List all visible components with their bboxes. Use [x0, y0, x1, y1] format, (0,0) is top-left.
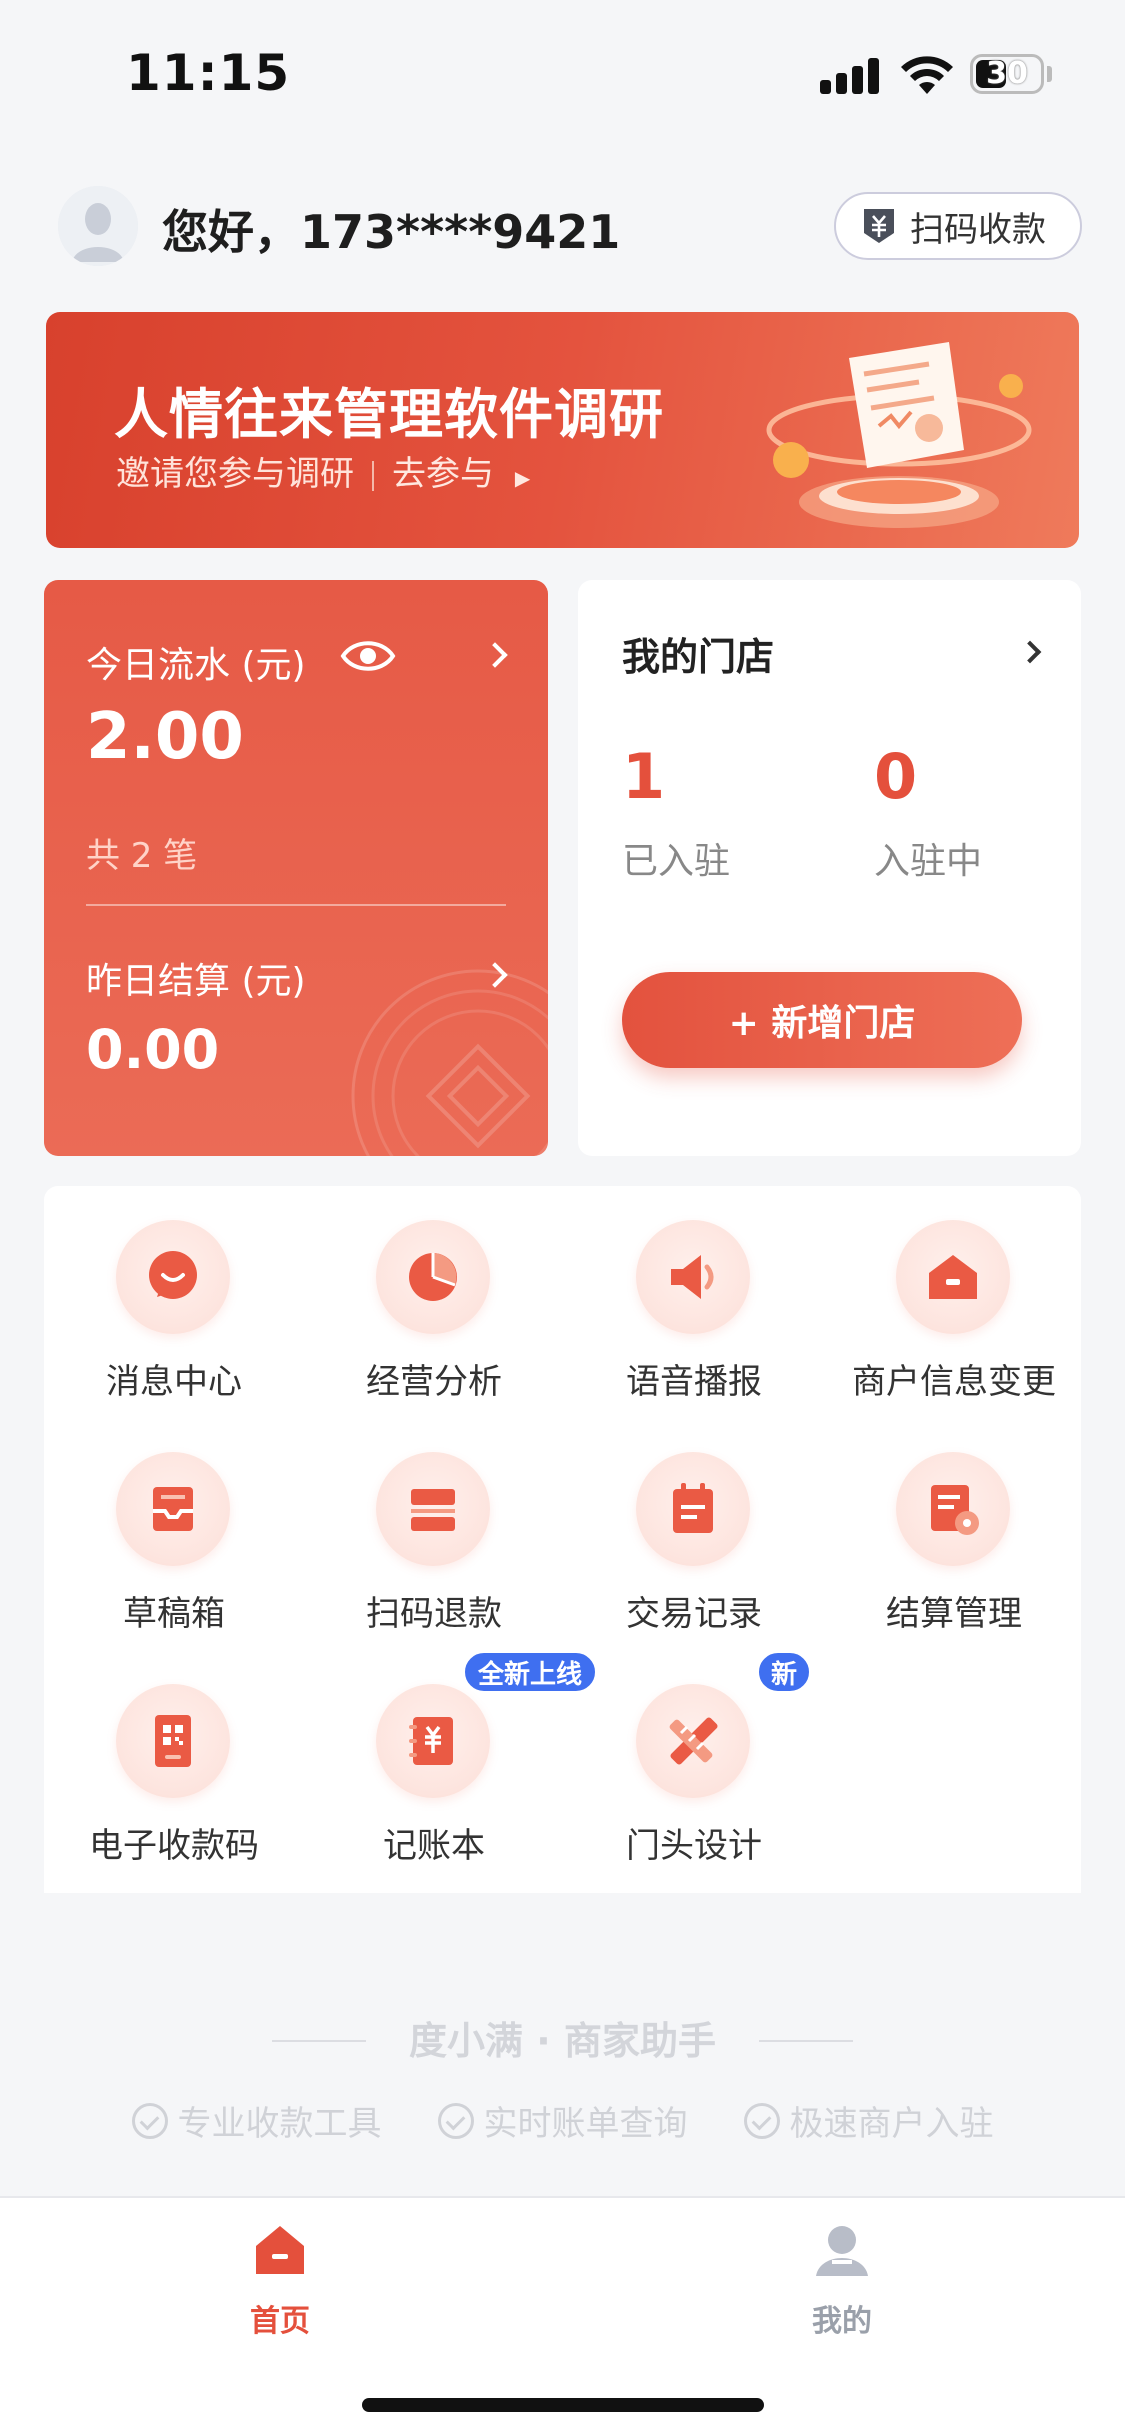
- my-store-card: 我的门店 1 已入驻 0 入驻中 + 新增门店: [578, 580, 1081, 1156]
- chevron-right-icon[interactable]: [1018, 640, 1042, 664]
- store-card-title: 我的门店: [622, 635, 775, 679]
- eye-icon[interactable]: [340, 634, 396, 678]
- user-avatar-icon: [58, 186, 138, 266]
- grid-item-label: 商户信息变更: [852, 1362, 1056, 1402]
- banner-subtitle: 邀请您参与调研: [116, 454, 354, 494]
- survey-banner[interactable]: 人情往来管理软件调研 邀请您参与调研 去参与 ▶: [46, 312, 1079, 548]
- chevron-right-icon[interactable]: [482, 642, 508, 668]
- banner-title: 人情往来管理软件调研: [114, 383, 664, 446]
- settlement-doc-icon: [896, 1452, 1010, 1566]
- today-revenue-label: 今日流水 (元): [86, 645, 306, 686]
- feature-label: 极速商户入驻: [789, 2104, 994, 2144]
- grid-item-label: 交易记录: [626, 1594, 762, 1634]
- message-icon: [116, 1220, 230, 1334]
- grid-item-voice-broadcast[interactable]: 语音播报: [564, 1186, 824, 1402]
- grid-item-storefront-design[interactable]: 新 门头设计: [564, 1650, 824, 1866]
- settled-store-count[interactable]: 1: [622, 740, 665, 813]
- check-circle-icon: [437, 2102, 474, 2139]
- check-circle-icon: [743, 2102, 780, 2139]
- design-tools-icon: [636, 1684, 750, 1798]
- card-icon: [376, 1452, 490, 1566]
- scan-pay-label: 扫码收款: [910, 209, 1046, 250]
- scan-pay-button[interactable]: 扫码收款: [834, 192, 1082, 260]
- battery-icon: 30: [970, 54, 1044, 94]
- tab-mine-label: 我的: [812, 2304, 872, 2339]
- shop-icon: [896, 1220, 1010, 1334]
- tab-mine[interactable]: 我的: [742, 2220, 942, 2340]
- grid-item-label: 消息中心: [106, 1362, 242, 1402]
- feature-item: 专业收款工具: [131, 2096, 382, 2145]
- grid-item-label: 记账本: [383, 1826, 485, 1866]
- yesterday-settlement-amount: 0.00: [86, 1018, 220, 1081]
- settled-store-label: 已入驻: [622, 841, 731, 882]
- feature-item: 极速商户入驻: [743, 2096, 994, 2145]
- yesterday-settlement-label: 昨日结算 (元): [86, 961, 306, 1002]
- function-grid: 消息中心 经营分析 语音播报 商户信息变更 草稿箱 扫码退款 交易记录 结算管理…: [44, 1186, 1081, 1893]
- banner-divider: [372, 460, 374, 491]
- new-badge: 新: [756, 1650, 812, 1694]
- grid-item-drafts[interactable]: 草稿箱: [44, 1418, 304, 1634]
- tab-home-label: 首页: [250, 2304, 310, 2339]
- person-icon: [816, 2226, 868, 2276]
- decorative-rings: [351, 969, 548, 1156]
- inbox-icon: [116, 1452, 230, 1566]
- grid-item-label: 扫码退款: [366, 1594, 502, 1634]
- status-bar: 11:15 30: [0, 0, 1125, 150]
- cellular-signal-icon: [820, 58, 880, 94]
- transaction-count: 共 2 笔: [86, 836, 198, 876]
- wifi-icon: [901, 56, 953, 94]
- pie-chart-icon: [376, 1220, 490, 1334]
- grid-item-transaction-records[interactable]: 交易记录: [564, 1418, 824, 1634]
- home-indicator: [362, 2398, 764, 2412]
- battery-level: 30: [986, 56, 1028, 91]
- feature-label: 实时账单查询: [483, 2104, 688, 2144]
- ledger-icon: [376, 1684, 490, 1798]
- grid-item-label: 电子收款码: [89, 1826, 259, 1866]
- feature-item: 实时账单查询: [437, 2096, 688, 2145]
- brand-slogan: 度小满 · 商家助手: [409, 2019, 716, 2063]
- home-icon: [256, 2226, 304, 2274]
- grid-item-ledger[interactable]: 全新上线 记账本: [304, 1650, 598, 1866]
- grid-item-label: 经营分析: [366, 1362, 502, 1402]
- brand-divider-right: [759, 2040, 853, 2042]
- feature-list: 专业收款工具 实时账单查询 极速商户入驻: [0, 2096, 1125, 2145]
- grid-item-label: 草稿箱: [123, 1594, 225, 1634]
- speaker-icon: [636, 1220, 750, 1334]
- grid-item-merchant-info-change[interactable]: 商户信息变更: [824, 1186, 1084, 1402]
- grid-item-e-payment-code[interactable]: 电子收款码: [44, 1650, 304, 1866]
- grid-item-label: 结算管理: [886, 1594, 1022, 1634]
- grid-item-message-center[interactable]: 消息中心: [44, 1186, 304, 1402]
- grid-item-label: 门头设计: [626, 1826, 762, 1866]
- qr-code-icon: [116, 1684, 230, 1798]
- divider: [86, 904, 506, 906]
- banner-cta-link[interactable]: 去参与: [392, 454, 494, 494]
- settling-store-label: 入驻中: [874, 841, 983, 882]
- grid-item-label: 语音播报: [626, 1362, 762, 1402]
- grid-item-business-analysis[interactable]: 经营分析: [304, 1186, 564, 1402]
- banner-subtitle-row: 邀请您参与调研 去参与 ▶: [116, 446, 530, 495]
- battery-tip: [1047, 66, 1052, 82]
- payment-shield-icon: [864, 209, 894, 243]
- grid-item-settlement-management[interactable]: 结算管理: [824, 1418, 1084, 1634]
- settling-store-count[interactable]: 0: [874, 740, 917, 813]
- status-time: 11:15: [126, 44, 291, 102]
- avatar[interactable]: [58, 186, 138, 266]
- play-arrow-icon: ▶: [514, 466, 531, 490]
- calendar-icon: [636, 1452, 750, 1566]
- feature-label: 专业收款工具: [177, 2104, 382, 2144]
- revenue-card[interactable]: 今日流水 (元) 2.00 共 2 笔 昨日结算 (元) 0.00: [44, 580, 548, 1156]
- survey-document-illustration: [766, 342, 1032, 528]
- check-circle-icon: [131, 2102, 168, 2139]
- app-screen: 11:15 30 您好，173****9421 扫码收款 人情往来管理软件调研 …: [0, 0, 1125, 2435]
- add-store-button[interactable]: + 新增门店: [622, 972, 1022, 1068]
- tab-home[interactable]: 首页: [180, 2220, 380, 2340]
- greeting-text: 您好，173****9421: [162, 205, 621, 259]
- today-revenue-amount: 2.00: [86, 700, 244, 774]
- grid-item-scan-refund[interactable]: 扫码退款: [304, 1418, 564, 1634]
